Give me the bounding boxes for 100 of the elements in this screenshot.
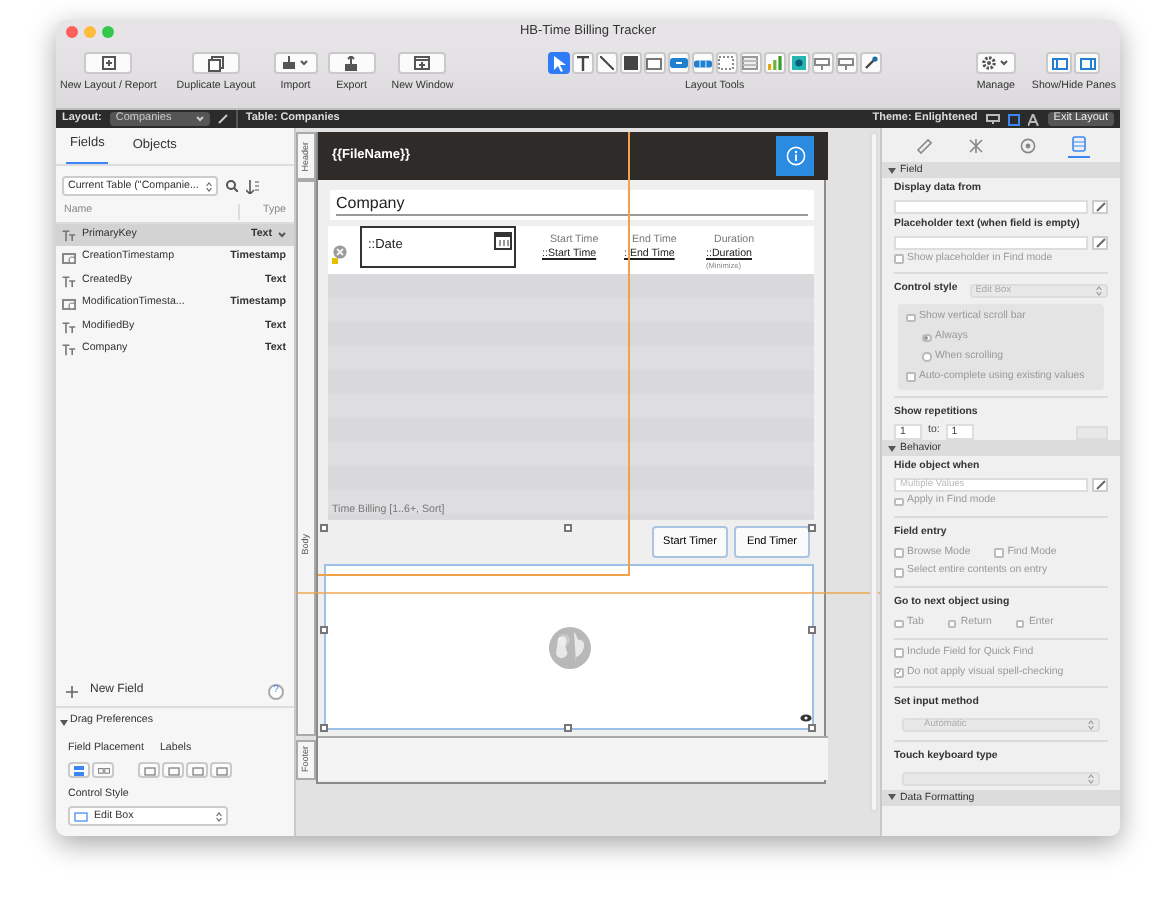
check-icon — [896, 668, 901, 677]
styles-icon — [968, 137, 984, 153]
tool-button[interactable] — [571, 52, 594, 74]
view-icon — [1007, 113, 1020, 125]
tool-button[interactable] — [691, 52, 714, 74]
timestamp-field-icon — [62, 298, 76, 311]
insert-picture-icon — [838, 57, 855, 69]
toolbar-button[interactable] — [192, 52, 241, 74]
selection-handle — [564, 524, 572, 532]
popover-tool-icon — [718, 56, 735, 70]
inspector-tab[interactable] — [1068, 136, 1090, 158]
appearance-icon — [1020, 137, 1036, 153]
text-field-icon — [62, 229, 76, 242]
caret-icon — [195, 116, 204, 122]
pointer-icon — [551, 55, 566, 71]
input-field[interactable] — [894, 235, 1088, 250]
edit-icon — [217, 114, 228, 124]
horizontal-placement-button[interactable] — [92, 762, 114, 779]
text-field-icon — [62, 275, 76, 288]
globe-icon — [547, 625, 591, 669]
toolbar-button[interactable] — [327, 52, 376, 74]
field-tool-icon — [646, 57, 663, 69]
caret-icon — [278, 232, 286, 239]
pencil-icon — [1095, 479, 1105, 490]
timestamp-field-icon — [62, 252, 76, 265]
stepper-icon — [1088, 773, 1094, 784]
manage-button[interactable] — [975, 52, 1016, 74]
toolbar-button[interactable] — [84, 52, 133, 74]
line-tool-icon — [599, 56, 614, 70]
label-top-icon — [167, 765, 179, 776]
close-button[interactable] — [66, 26, 78, 38]
stepper-icon — [206, 181, 212, 191]
tool-button[interactable] — [547, 52, 570, 74]
button-bar-tool-icon — [693, 59, 712, 67]
selection-handle — [320, 524, 328, 532]
edit-button[interactable] — [1092, 235, 1108, 250]
label-none-button[interactable] — [138, 762, 160, 779]
left-pane-button[interactable] — [1046, 52, 1073, 74]
tool-button[interactable] — [619, 52, 642, 74]
selection-handle — [808, 524, 816, 532]
tool-button[interactable] — [667, 52, 690, 74]
label-left-icon — [191, 765, 203, 776]
tool-button[interactable] — [787, 52, 810, 74]
sort-icon — [246, 179, 260, 193]
input-field[interactable] — [894, 199, 1088, 214]
add-icon — [66, 685, 78, 698]
label-top-button[interactable] — [162, 762, 184, 779]
tool-button[interactable] — [643, 52, 666, 74]
caret-icon — [300, 60, 309, 66]
ruler-icon — [916, 137, 932, 153]
edit-button[interactable] — [1092, 199, 1108, 214]
right-pane-button[interactable] — [1074, 52, 1101, 74]
chart-tool-icon — [767, 56, 782, 70]
stepper-icon — [216, 811, 222, 821]
text-field-icon — [62, 344, 76, 357]
toolbar-button[interactable] — [398, 52, 447, 74]
data-icon — [1072, 136, 1086, 152]
search-icon — [226, 180, 238, 192]
stepper-icon — [1096, 285, 1102, 296]
right-pane-icon — [1079, 57, 1096, 69]
tool-button[interactable] — [859, 52, 882, 74]
vertical-placement-icon — [74, 765, 84, 776]
left-pane-icon — [1051, 57, 1068, 69]
calendar-icon — [494, 232, 512, 250]
font-size-icon — [1027, 113, 1040, 125]
company-field: Company — [330, 190, 814, 220]
edit-box-icon — [74, 811, 88, 821]
toolbar-button[interactable] — [273, 52, 318, 74]
edit-button[interactable] — [1092, 477, 1108, 492]
inspector-tab[interactable] — [912, 137, 936, 157]
text-field-icon — [62, 321, 76, 334]
eyedropper-icon — [863, 56, 878, 70]
inspector-tab[interactable] — [964, 137, 988, 157]
tool-button[interactable] — [595, 52, 618, 74]
inspector-tab[interactable] — [1016, 137, 1040, 157]
label-inside-icon — [215, 765, 227, 776]
info-button[interactable] — [776, 136, 814, 176]
info-icon — [785, 146, 805, 166]
stepper-icon — [1088, 720, 1094, 731]
caret-icon — [1000, 60, 1009, 66]
duplicate-icon — [208, 55, 225, 71]
theme-icon — [985, 114, 1000, 124]
pencil-icon — [1095, 237, 1105, 248]
vertical-placement-button[interactable] — [68, 762, 90, 779]
text-tool-icon — [575, 55, 590, 71]
label-inside-button[interactable] — [210, 762, 232, 779]
export-icon — [344, 55, 359, 71]
insert-field-icon — [814, 57, 831, 69]
portal-tool-icon — [742, 56, 759, 70]
import-icon — [282, 56, 297, 70]
horizontal-placement-icon — [97, 767, 109, 774]
record-icon — [332, 244, 348, 264]
pencil-icon — [1095, 201, 1105, 212]
label-left-button[interactable] — [186, 762, 208, 779]
button-tool-icon — [669, 58, 688, 68]
label-none-icon — [143, 765, 155, 776]
new-window-icon — [414, 56, 431, 70]
web-viewer-tool-icon — [791, 56, 806, 70]
settings-icon — [982, 56, 997, 70]
add-layout-icon — [101, 56, 116, 70]
